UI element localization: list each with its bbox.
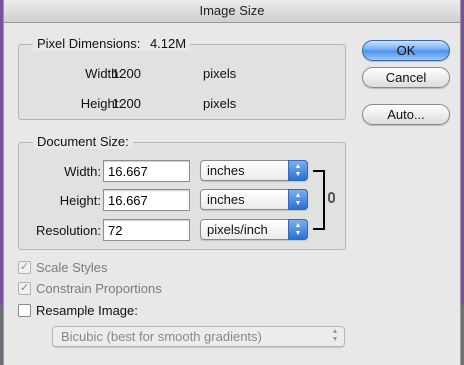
scale-styles-label: Scale Styles [36, 260, 108, 275]
doc-width-unit-value: inches [207, 163, 245, 178]
resolution-label: Resolution: [35, 223, 101, 238]
window-title: Image Size [4, 0, 460, 23]
resample-image-label: Resample Image: [36, 303, 138, 318]
pixel-dimensions-group: Pixel Dimensions: 4.12M Width: 1200 pixe… [18, 36, 346, 120]
checkmark-icon: ✓ [19, 261, 30, 273]
image-size-dialog: Image Size Pixel Dimensions: 4.12M Width… [3, 0, 461, 365]
pixel-width-unit: pixels [203, 66, 237, 81]
checkmark-icon: ✓ [19, 282, 30, 294]
doc-width-label: Width: [64, 164, 101, 179]
pixel-height-value: 1200 [112, 96, 141, 111]
cancel-button[interactable]: Cancel [362, 67, 450, 88]
resample-method-value: Bicubic (best for smooth gradients) [61, 329, 262, 344]
resample-method-select[interactable]: Bicubic (best for smooth gradients) ▲ ▼ [52, 326, 345, 347]
updown-arrows-icon: ▲ ▼ [331, 328, 339, 343]
constrain-bracket [313, 170, 325, 230]
resample-image-checkbox[interactable] [18, 304, 31, 317]
updown-arrows-icon: ▲ ▼ [288, 219, 308, 240]
constrain-proportions-checkbox[interactable]: ✓ [18, 282, 31, 295]
document-size-title: Document Size: [33, 134, 133, 149]
ok-button[interactable]: OK [362, 40, 450, 61]
auto-button[interactable]: Auto... [362, 104, 450, 125]
doc-width-unit-select[interactable]: inches ▲ ▼ [200, 160, 308, 181]
resolution-input[interactable] [103, 219, 190, 241]
constrain-proportions-label: Constrain Proportions [36, 281, 162, 296]
doc-width-input[interactable] [103, 160, 190, 182]
doc-height-label: Height: [59, 193, 101, 208]
chain-link-icon [328, 192, 335, 203]
resolution-unit-value: pixels/inch [207, 222, 268, 237]
updown-arrows-icon: ▲ ▼ [288, 189, 308, 210]
document-size-group: Document Size: Width: inches ▲▼ Height: … [18, 134, 346, 250]
doc-height-unit-value: inches [207, 192, 245, 207]
scale-styles-checkbox[interactable]: ✓ [18, 261, 31, 274]
resolution-unit-select[interactable]: pixels/inch ▲ ▼ [200, 219, 308, 240]
pixel-dimensions-size: 4.12M [149, 36, 187, 51]
pixel-width-value: 1200 [112, 66, 141, 81]
doc-height-unit-select[interactable]: inches ▲ ▼ [200, 189, 308, 210]
doc-height-input[interactable] [103, 189, 190, 211]
pixel-height-unit: pixels [203, 96, 237, 111]
pixel-dimensions-title: Pixel Dimensions: [37, 36, 141, 51]
updown-arrows-icon: ▲ ▼ [288, 160, 308, 181]
